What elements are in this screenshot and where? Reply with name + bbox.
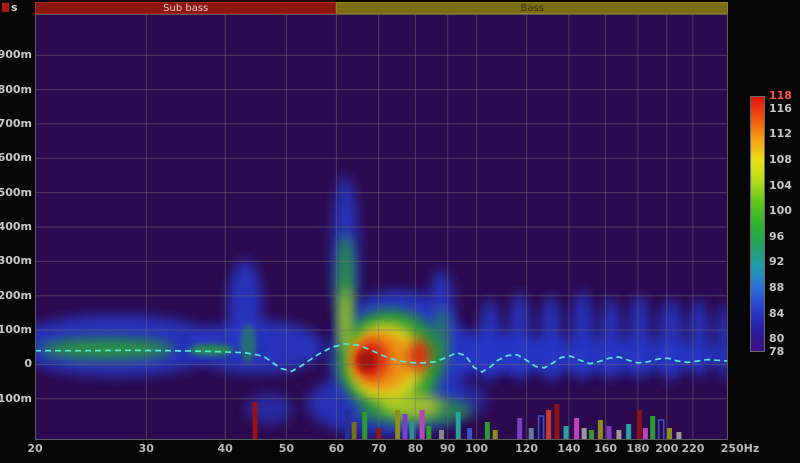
colorbar-tick-label: 108: [769, 153, 792, 166]
x-tick-label: 100: [465, 442, 488, 455]
colorbar-tick-label: 78: [769, 345, 784, 358]
x-tick-label: 120: [515, 442, 538, 455]
colorbar-tick-label: 118: [769, 89, 792, 102]
y-axis: 900m 800m 700m 600m 500m 400m 300m 200m 100m 0 -10…: [0, 14, 33, 440]
band-bass[interactable]: Bass: [336, 2, 728, 14]
colorbar-tick-label: 80: [769, 332, 784, 345]
x-tick-label: 160: [594, 442, 617, 455]
x-tick-label: 250Hz: [721, 442, 760, 455]
spectrogram-canvas[interactable]: [35, 14, 728, 440]
x-axis: 2030405060708090100120140160180200220250…: [35, 442, 775, 458]
y-tick-label: 400m: [0, 220, 32, 233]
spectrogram-plot[interactable]: [35, 14, 728, 440]
x-tick-label: 200: [655, 442, 678, 455]
y-tick-label: 0: [24, 357, 32, 370]
colorbar: 118116112108104100969288848078: [750, 96, 800, 362]
y-tick-label: 300m: [0, 254, 32, 267]
x-tick-label: 80: [408, 442, 423, 455]
x-tick-label: 20: [27, 442, 42, 455]
band-bass-label: Bass: [520, 3, 543, 14]
y-tick-label: 200m: [0, 289, 32, 302]
band-sub-bass-label: Sub bass: [163, 3, 208, 14]
colorbar-tick-label: 112: [769, 127, 792, 140]
colorbar-tick-label: 104: [769, 179, 792, 192]
x-tick-label: 140: [557, 442, 580, 455]
x-tick-label: 40: [218, 442, 233, 455]
y-tick-label: 100m: [0, 323, 32, 336]
band-sub-bass[interactable]: Sub bass: [35, 2, 336, 14]
y-tick-label: 900m: [0, 48, 32, 61]
y-tick-label: 700m: [0, 117, 32, 130]
colorbar-gradient: [750, 96, 765, 352]
spectrogram-window: s Sub bass Bass 900m 800m 700m 600m 500m 400m…: [0, 0, 800, 463]
x-tick-label: 60: [329, 442, 344, 455]
x-tick-label: 70: [371, 442, 386, 455]
colorbar-tick-label: 84: [769, 307, 784, 320]
y-tick-label: 500m: [0, 186, 32, 199]
colorbar-tick-label: 88: [769, 281, 784, 294]
colorbar-tick-label: 96: [769, 230, 784, 243]
colorbar-tick-label: 100: [769, 204, 792, 217]
red-marker: [2, 3, 9, 12]
colorbar-tick-label: 92: [769, 255, 784, 268]
x-tick-label: 90: [440, 442, 455, 455]
colorbar-tick-label: 116: [769, 102, 792, 115]
colorbar-labels: 118116112108104100969288848078: [769, 96, 799, 362]
x-tick-label: 220: [681, 442, 704, 455]
x-tick-label: 30: [139, 442, 154, 455]
y-tick-label: 800m: [0, 83, 32, 96]
x-tick-label: 180: [626, 442, 649, 455]
y-tick-label: 600m: [0, 151, 32, 164]
y-axis-unit-label: s: [11, 1, 18, 14]
y-tick-label: -100m: [0, 392, 32, 405]
x-tick-label: 50: [279, 442, 294, 455]
